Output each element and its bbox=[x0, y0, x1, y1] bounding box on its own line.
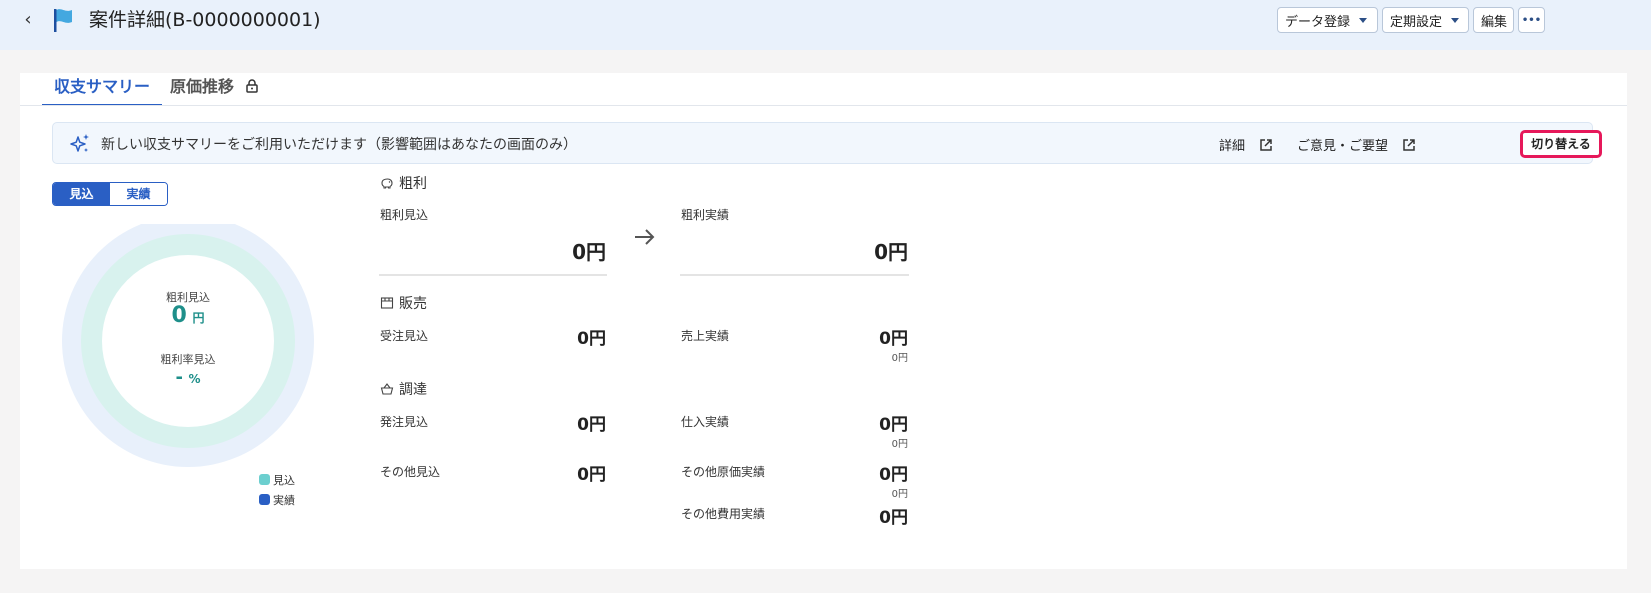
periodic-settings-label: 定期設定 bbox=[1390, 14, 1443, 30]
gross-profit-actual-value: 0円 bbox=[874, 240, 908, 264]
tab-label: 原価推移 bbox=[170, 77, 235, 96]
donut-profit-unit: 円 bbox=[192, 311, 205, 325]
other-cost-actual-label: その他原価実績 bbox=[681, 465, 766, 479]
other-cost-actual-value: 0円 bbox=[879, 465, 908, 485]
gross-profit-forecast-value: 0円 bbox=[572, 240, 606, 264]
sales-section-title: 販売 bbox=[380, 293, 427, 313]
other-forecast-label: その他見込 bbox=[380, 465, 441, 479]
arrow-right-icon bbox=[635, 229, 655, 245]
external-link-icon bbox=[1260, 139, 1272, 151]
legend-swatch-forecast bbox=[259, 474, 270, 485]
new-feature-banner: 新しい収支サマリーをご利用いただけます（影響範囲はあなたの画面のみ） 詳細 ご意… bbox=[52, 122, 1602, 164]
summary-card: 収支サマリー 原価推移 新しい収支サマリーをご利用いただけます（影響範囲はあなた… bbox=[20, 73, 1627, 569]
purchase-actual-sub: 0円 bbox=[891, 439, 908, 450]
donut-rate-value: - % bbox=[54, 367, 322, 388]
legend-actual: 実績 bbox=[259, 492, 295, 508]
donut-profit-value: 0 円 bbox=[54, 303, 322, 328]
chevron-down-icon bbox=[1359, 17, 1368, 23]
external-link-icon bbox=[1403, 139, 1415, 151]
page-title: 案件詳細(B-0000000001) bbox=[89, 9, 321, 31]
sales-title: 販売 bbox=[399, 296, 427, 312]
legend-label: 実績 bbox=[273, 494, 295, 507]
more-menu-button[interactable]: ••• bbox=[1518, 7, 1545, 33]
gross-profit-title: 粗利 bbox=[399, 176, 427, 192]
revenue-actual-sub: 0円 bbox=[891, 353, 908, 364]
detail-link[interactable]: 詳細 bbox=[1219, 135, 1273, 154]
donut-rate-number: - bbox=[175, 367, 183, 388]
chevron-down-icon bbox=[1451, 17, 1460, 23]
donut-rate-unit: % bbox=[188, 372, 201, 386]
other-cost-actual-sub: 0円 bbox=[891, 489, 908, 500]
revenue-actual-label: 売上実績 bbox=[681, 329, 730, 343]
divider bbox=[680, 274, 909, 276]
revenue-actual-value: 0円 bbox=[879, 329, 908, 349]
banner-message: 新しい収支サマリーをご利用いただけます（影響範囲はあなたの画面のみ） bbox=[101, 137, 577, 153]
purchase-order-forecast-label: 発注見込 bbox=[380, 415, 429, 429]
gross-profit-section-title: 粗利 bbox=[380, 173, 427, 193]
back-button[interactable]: ‹ bbox=[18, 8, 38, 32]
forecast-actual-toggle: 見込 実績 bbox=[52, 182, 168, 206]
lock-icon bbox=[245, 79, 258, 93]
feedback-link[interactable]: ご意見・ご要望 bbox=[1297, 135, 1416, 154]
feedback-link-label: ご意見・ご要望 bbox=[1297, 139, 1389, 154]
other-forecast-value: 0円 bbox=[577, 465, 606, 485]
toggle-actual[interactable]: 実績 bbox=[110, 183, 167, 205]
purchase-actual-value: 0円 bbox=[879, 415, 908, 435]
page-header: ‹ 案件詳細(B-0000000001) データ登録 定期設定 編集 ••• bbox=[0, 0, 1651, 50]
data-register-label: データ登録 bbox=[1285, 14, 1351, 30]
purchase-order-forecast-value: 0円 bbox=[577, 415, 606, 435]
other-expense-actual-value: 0円 bbox=[879, 508, 908, 528]
procurement-title: 調達 bbox=[399, 382, 427, 398]
tab-income-summary[interactable]: 収支サマリー bbox=[41, 77, 163, 106]
gross-profit-forecast-label: 粗利見込 bbox=[380, 208, 429, 222]
tab-cost-trend[interactable]: 原価推移 bbox=[170, 77, 258, 105]
legend-label: 見込 bbox=[273, 474, 295, 487]
edit-label: 編集 bbox=[1481, 14, 1508, 30]
divider bbox=[379, 274, 607, 276]
profit-donut-chart: 粗利見込 0 円 粗利率見込 - % bbox=[62, 215, 330, 492]
legend-forecast: 見込 bbox=[259, 472, 295, 488]
tab-label: 収支サマリー bbox=[54, 77, 151, 96]
flag-icon bbox=[54, 9, 72, 32]
piggy-bank-icon bbox=[381, 178, 393, 189]
data-register-dropdown[interactable]: データ登録 bbox=[1277, 7, 1378, 33]
procurement-section-title: 調達 bbox=[380, 379, 427, 399]
detail-link-label: 詳細 bbox=[1219, 139, 1246, 154]
purchase-actual-label: 仕入実績 bbox=[681, 415, 730, 429]
gross-profit-actual-label: 粗利実績 bbox=[681, 208, 730, 222]
basket-icon bbox=[380, 383, 394, 395]
donut-rate-label: 粗利率見込 bbox=[160, 353, 216, 366]
shop-icon bbox=[380, 297, 394, 309]
other-expense-actual-label: その他費用実績 bbox=[681, 507, 766, 521]
edit-button[interactable]: 編集 bbox=[1473, 7, 1514, 33]
sparkle-icon bbox=[70, 134, 89, 152]
toggle-forecast[interactable]: 見込 bbox=[53, 183, 110, 205]
periodic-settings-dropdown[interactable]: 定期設定 bbox=[1382, 7, 1469, 33]
donut-profit-number: 0 bbox=[171, 303, 187, 328]
more-icon: ••• bbox=[1521, 14, 1542, 26]
tabs-divider bbox=[20, 105, 1627, 106]
order-forecast-label: 受注見込 bbox=[380, 329, 429, 343]
legend-swatch-actual bbox=[259, 494, 270, 505]
order-forecast-value: 0円 bbox=[577, 329, 606, 349]
switch-button[interactable]: 切り替える bbox=[1520, 130, 1602, 158]
